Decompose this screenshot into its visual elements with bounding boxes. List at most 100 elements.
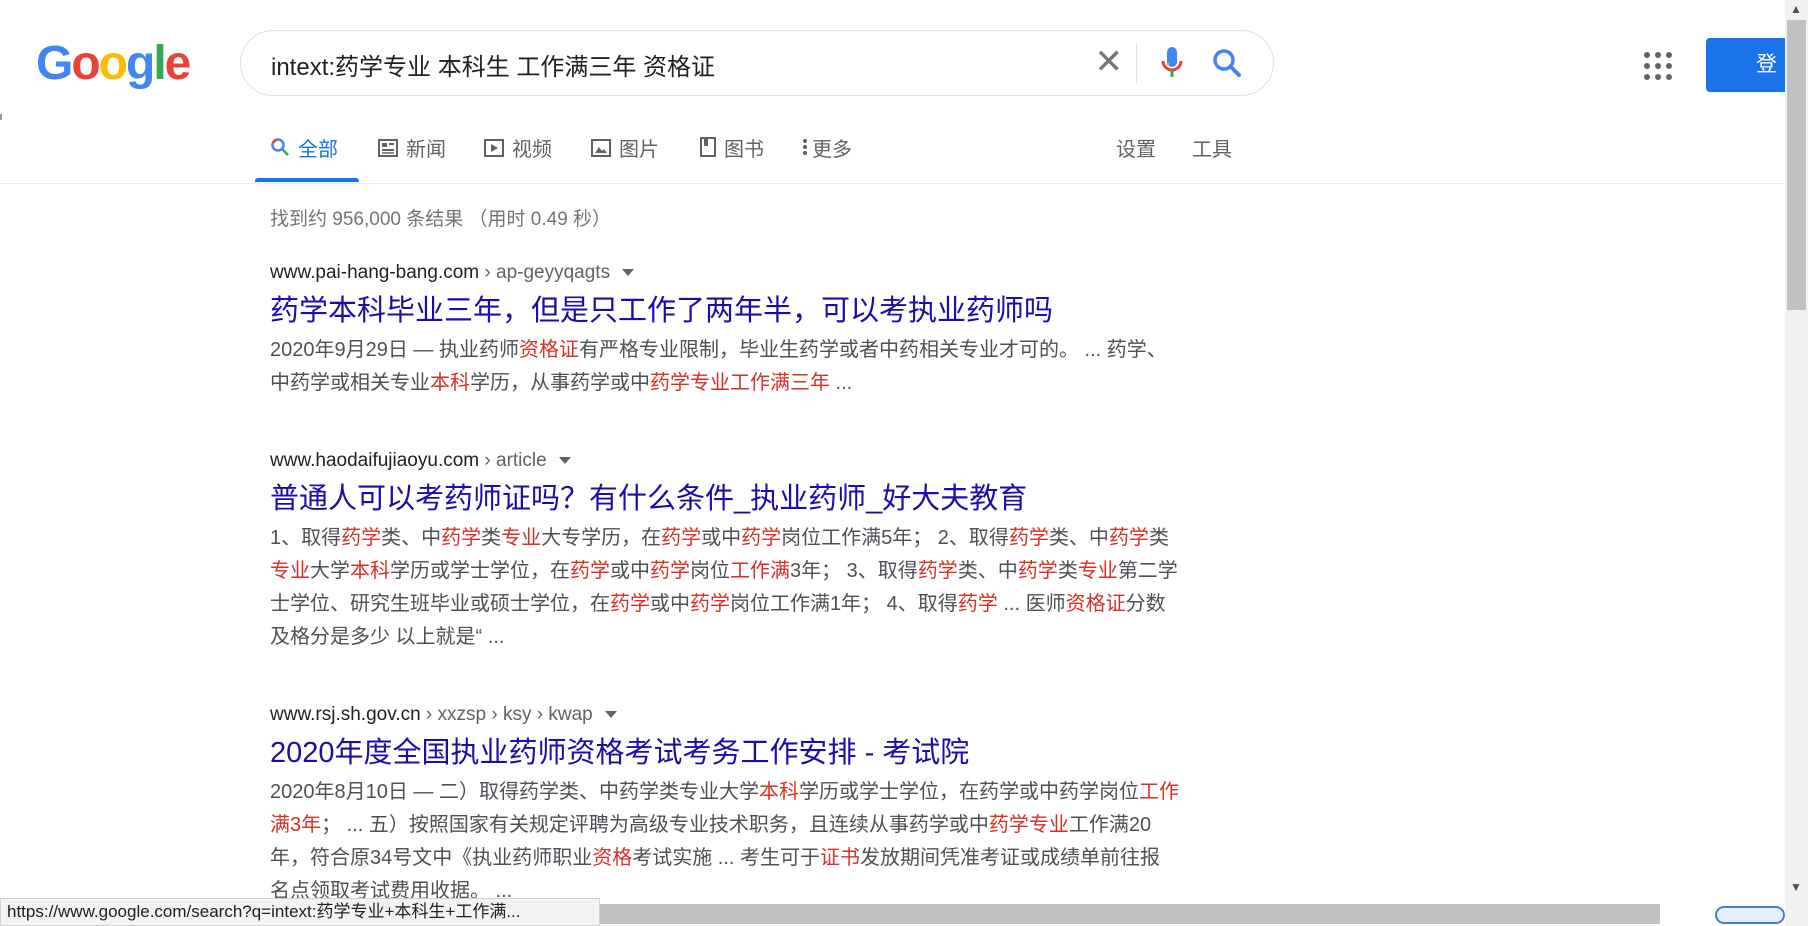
tab-news[interactable]: 新闻 [378, 134, 446, 182]
snippet-text: 大专学历，在 [541, 527, 662, 549]
snippet-text: 类、中 [381, 527, 442, 549]
snippet-text: 类、中 [957, 560, 1018, 582]
vertical-scrollbar-thumb[interactable] [1787, 20, 1806, 310]
snippet-text: 3年； 3、取得 [790, 560, 918, 582]
tab-books[interactable]: 图书 [700, 134, 764, 182]
snippet-highlight: 药学 [1008, 527, 1049, 549]
snippet-highlight: 药学 [741, 527, 782, 549]
result-title-link[interactable]: 2020年度全国执业药师资格考试考务工作安排 - 考试院 [270, 732, 1180, 774]
logo-letter: e [164, 37, 192, 90]
snippet-highlight: 资格证 [518, 339, 579, 361]
tab-all[interactable]: 全部 [270, 134, 338, 182]
snippet-text: 学历或学士学位，在药学或中药学岗位 [798, 781, 1139, 803]
left-edge-mark [0, 114, 2, 120]
snippet-text: 类 [1057, 560, 1078, 582]
snippet-highlight: 专业 [270, 560, 310, 582]
logo-letter: g [126, 37, 155, 90]
signin-button[interactable]: 登录 [1706, 38, 1796, 92]
chevron-down-icon[interactable] [622, 269, 635, 277]
snippet-highlight: 资格 [592, 847, 633, 869]
snippet-highlight: 证书 [820, 847, 861, 869]
horizontal-scrollbar[interactable] [600, 904, 1660, 924]
snippet-highlight: 专业 [501, 527, 542, 549]
snippet-highlight: 药学 [917, 560, 958, 582]
snippet-text: 考试实施 ... 考生可于 [632, 847, 821, 869]
settings-link[interactable]: 设置 [1116, 134, 1156, 182]
chevron-down-icon[interactable] [604, 711, 617, 719]
result-domain: www.haodaifujiaoyu.com [270, 450, 480, 471]
mic-icon[interactable] [1159, 45, 1185, 86]
result-url[interactable]: www.pai-hang-bang.com › ap-geyyqagts [270, 260, 1180, 286]
snippet-highlight: 本科 [350, 560, 390, 582]
thermometer-icon [1715, 906, 1785, 924]
tab-more-label: 更多 [812, 139, 852, 161]
result-path: › article [479, 450, 547, 471]
snippet-highlight: 药学 [690, 593, 730, 615]
snippet-highlight: 药学 [650, 560, 690, 582]
more-vert-icon [802, 135, 808, 167]
search-result: www.haodaifujiaoyu.com › article 普通人可以考药… [270, 448, 1180, 654]
result-snippet: 2020年8月10日 — 二）取得药学类、中药学类专业大学本科学历或学士学位，在… [270, 776, 1180, 898]
logo-letter: o [71, 37, 100, 90]
snippet-text: ... [830, 372, 853, 394]
result-title-link[interactable]: 药学本科毕业三年，但是只工作了两年半，可以考执业药师吗 [270, 290, 1180, 332]
snippet-highlight: 工作满 [730, 560, 790, 582]
result-snippet: 2020年9月29日 — 执业药师资格证有严格专业限制，毕业生药学或者中药相关专… [270, 334, 1180, 400]
search-divider [1136, 43, 1137, 83]
chevron-down-icon[interactable] [558, 457, 571, 465]
tab-all-label: 全部 [298, 139, 338, 161]
scroll-down-icon[interactable]: ▼ [1790, 880, 1802, 894]
snippet-text: ... 医师 [997, 593, 1066, 615]
snippet-highlight: 药学 [1108, 527, 1149, 549]
result-url[interactable]: www.rsj.sh.gov.cn › xxzsp › ksy › kwap [270, 702, 1180, 728]
snippet-highlight: 本科 [430, 372, 470, 394]
snippet-highlight: 本科 [758, 781, 799, 803]
image-icon [591, 135, 611, 167]
result-domain: www.rsj.sh.gov.cn [270, 704, 421, 725]
apps-grid-icon[interactable] [1644, 52, 1672, 80]
header-divider [0, 183, 1785, 184]
search-result: www.rsj.sh.gov.cn › xxzsp › ksy › kwap 2… [270, 702, 1180, 898]
google-logo[interactable]: Google [36, 36, 192, 92]
snippet-text: 类 [481, 527, 502, 549]
result-domain: www.pai-hang-bang.com [270, 262, 480, 283]
snippet-text: 1、取得 [270, 527, 342, 549]
clear-icon[interactable]: ✕ [1095, 45, 1124, 79]
result-url[interactable]: www.haodaifujiaoyu.com › article [270, 448, 1180, 474]
logo-letter: l [153, 37, 166, 90]
snippet-text: 或中 [650, 593, 690, 615]
tab-news-label: 新闻 [406, 139, 446, 161]
result-path: › xxzsp › ksy › kwap [420, 704, 593, 725]
active-tab-indicator [255, 178, 359, 182]
snippet-text: 或中 [701, 527, 742, 549]
tab-images[interactable]: 图片 [591, 134, 659, 182]
snippet-highlight: 药学 [1017, 560, 1058, 582]
snippet-text: 学历，从事药学或中 [470, 372, 650, 394]
result-path: › ap-geyyqagts [479, 262, 611, 283]
snippet-text: 岗位 [690, 560, 730, 582]
snippet-highlight: 药学 [610, 593, 650, 615]
snippet-text: 2020年9月29日 — 执业药师 [270, 339, 519, 361]
snippet-highlight: 药学 [661, 527, 702, 549]
snippet-highlight: 药学 [341, 527, 382, 549]
tab-video[interactable]: 视频 [484, 134, 552, 182]
snippet-text: 学历或学士学位，在 [390, 560, 570, 582]
snippet-highlight: 资格证 [1065, 593, 1126, 615]
snippet-highlight: 药学专业工作满三年 [650, 372, 830, 394]
snippet-highlight: 药学 [570, 560, 610, 582]
tab-books-label: 图书 [724, 139, 764, 161]
search-box[interactable]: intext:药学专业 本科生 工作满三年 资格证 ✕ [240, 30, 1274, 96]
snippet-text: 类、中 [1048, 527, 1109, 549]
result-snippet: 1、取得药学类、中药学类专业大专学历，在药学或中药学岗位工作满5年； 2、取得药… [270, 522, 1180, 654]
snippet-text: 大学 [310, 560, 350, 582]
search-input[interactable]: intext:药学专业 本科生 工作满三年 资格证 [271, 47, 715, 82]
tools-link[interactable]: 工具 [1192, 134, 1232, 182]
video-icon [484, 135, 504, 167]
result-title-link[interactable]: 普通人可以考药师证吗？有什么条件_执业药师_好大夫教育 [270, 478, 1180, 520]
status-bar-url: https://www.google.com/search?q=intext:药… [0, 898, 600, 926]
logo-letter: G [36, 37, 73, 90]
scroll-up-icon[interactable]: ▲ [1790, 2, 1802, 16]
search-icon[interactable] [1211, 47, 1243, 84]
snippet-text: 岗位工作满1年； 4、取得 [730, 593, 958, 615]
tab-more[interactable]: 更多 [802, 134, 852, 182]
